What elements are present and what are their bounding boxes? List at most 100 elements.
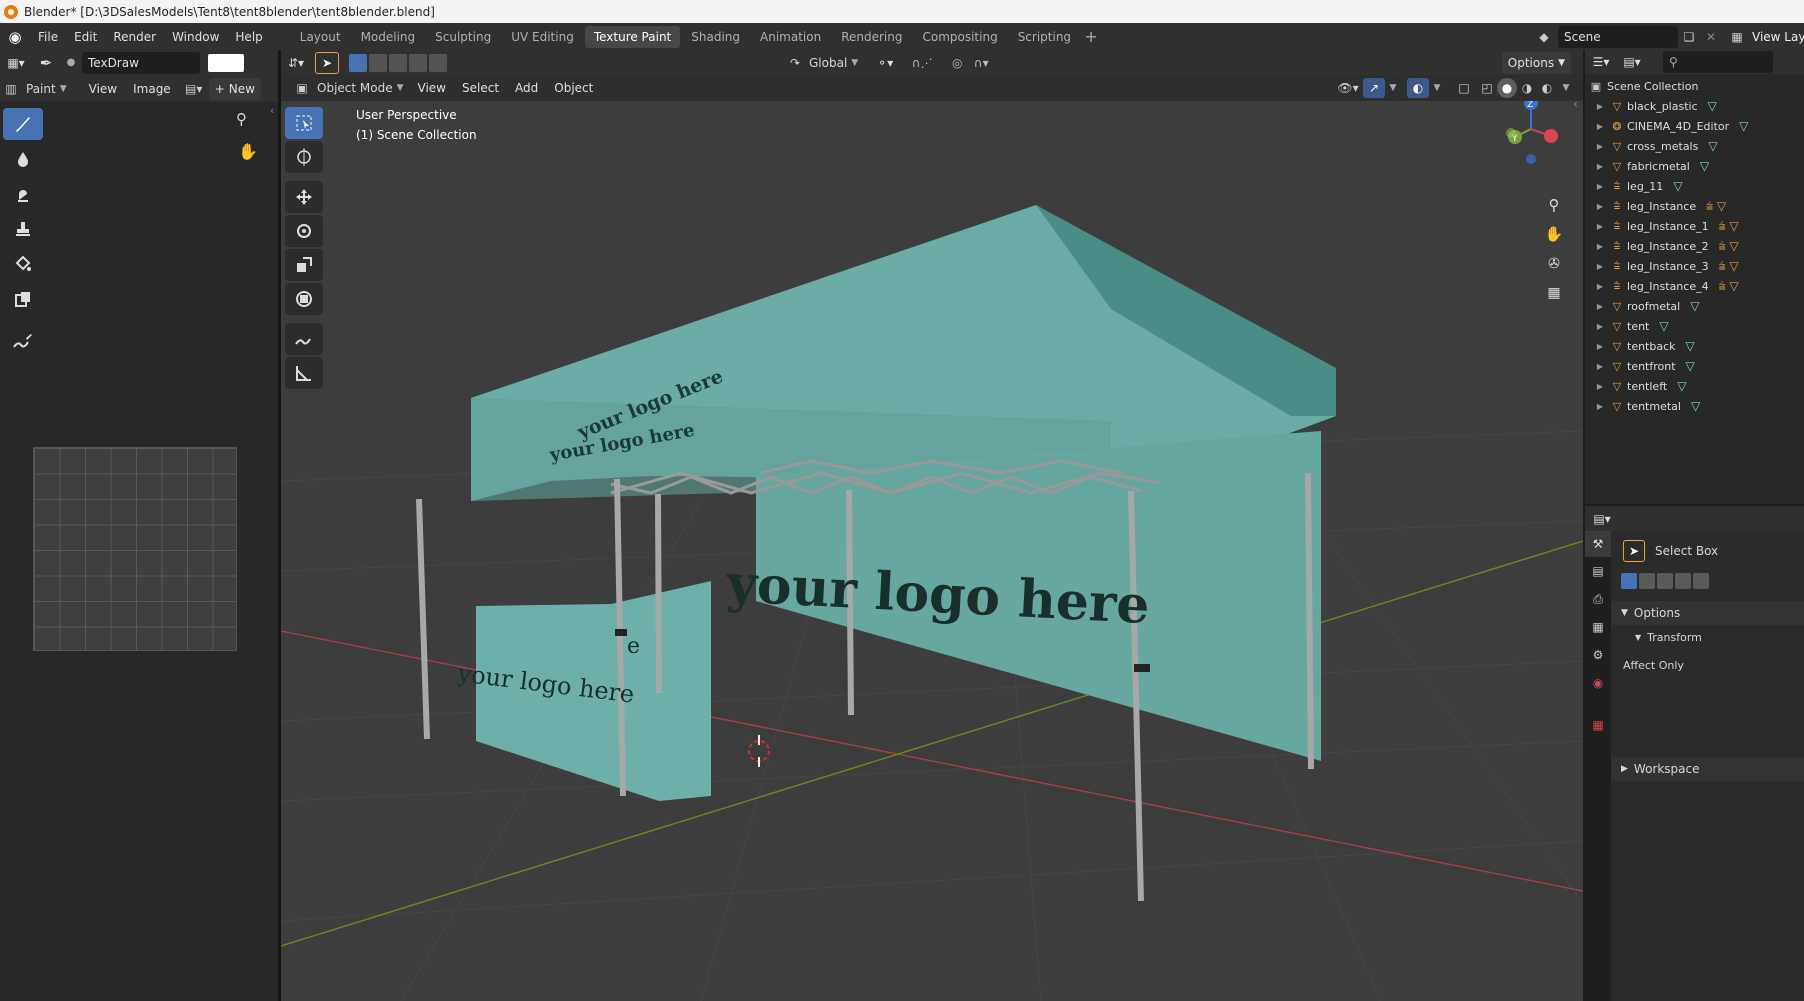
transform-orientation-dropdown[interactable]: Global bbox=[805, 56, 851, 70]
collapse-arrow-icon[interactable]: ‹ bbox=[1573, 101, 1578, 111]
tab-scripting[interactable]: Scripting bbox=[1009, 26, 1080, 48]
outliner-item[interactable]: ▶ ▽ roofmetal ▽ bbox=[1585, 296, 1804, 316]
brush-color-swatch[interactable] bbox=[208, 53, 244, 72]
image-canvas[interactable] bbox=[33, 447, 237, 651]
view-layer-icon[interactable]: ▦ bbox=[1722, 30, 1752, 44]
object-data-icon[interactable]: ▽ bbox=[1690, 299, 1699, 313]
pan-hand-icon[interactable]: ✋ bbox=[1541, 225, 1567, 243]
viewport-menu-object[interactable]: Object bbox=[546, 77, 601, 99]
menu-help[interactable]: Help bbox=[227, 26, 270, 48]
annotate-tool[interactable] bbox=[3, 326, 43, 358]
outliner-item[interactable]: ▶ ⩭ leg_Instance_1 ⩭ ▽ bbox=[1585, 216, 1804, 236]
outliner-item[interactable]: ▶ ▽ tent ▽ bbox=[1585, 316, 1804, 336]
draw-brush-tool[interactable] bbox=[3, 108, 43, 140]
expand-arrow-icon[interactable]: ▶ bbox=[1585, 382, 1607, 391]
tab-layout[interactable]: Layout bbox=[291, 26, 350, 48]
outliner-item[interactable]: ▶ ▽ tentleft ▽ bbox=[1585, 376, 1804, 396]
object-data-icon[interactable]: ▽ bbox=[1659, 319, 1668, 333]
object-data-icon[interactable]: ▽ bbox=[1739, 119, 1748, 133]
options-section-header[interactable]: ▼ Options bbox=[1611, 601, 1804, 625]
world-props-tab-icon[interactable]: ◉ bbox=[1585, 669, 1611, 697]
delete-scene-icon[interactable]: ✕ bbox=[1700, 30, 1722, 44]
object-data-icon[interactable]: ▽ bbox=[1686, 339, 1695, 353]
outliner-item[interactable]: ▶ ▽ tentback ▽ bbox=[1585, 336, 1804, 356]
gizmo-toggle-icon[interactable]: ↗ bbox=[1363, 78, 1385, 98]
tab-modeling[interactable]: Modeling bbox=[352, 26, 425, 48]
select-invert-icon[interactable] bbox=[409, 53, 427, 72]
outliner-item[interactable]: ▶ ▽ fabricmetal ▽ bbox=[1585, 156, 1804, 176]
rotate-tool[interactable] bbox=[285, 215, 323, 247]
clone-tool[interactable] bbox=[3, 213, 43, 245]
tab-sculpting[interactable]: Sculpting bbox=[426, 26, 500, 48]
object-data-icon[interactable]: ▽ bbox=[1673, 179, 1682, 193]
chevron-down-icon[interactable]: ▼ bbox=[1429, 83, 1445, 93]
falloff-icon[interactable]: ∩▾ bbox=[970, 56, 992, 70]
options-dropdown[interactable]: Options ▼ bbox=[1501, 51, 1571, 74]
object-data-icon[interactable]: ⩭ ▽ bbox=[1719, 219, 1739, 234]
camera-view-icon[interactable]: ✇ bbox=[1541, 256, 1567, 272]
texture-props-tab-icon[interactable]: ▦ bbox=[1585, 711, 1611, 739]
brush-tool-icon[interactable]: ✒ bbox=[32, 54, 60, 72]
tab-shading[interactable]: Shading bbox=[682, 26, 749, 48]
fill-tool[interactable] bbox=[3, 248, 43, 280]
select-extend-icon[interactable] bbox=[369, 53, 387, 72]
smear-tool[interactable] bbox=[3, 178, 43, 210]
rendered-shading-icon[interactable]: ◐ bbox=[1537, 81, 1557, 95]
new-image-button[interactable]: + New bbox=[208, 77, 261, 100]
measure-tool[interactable] bbox=[285, 357, 323, 389]
tool-settings-icon[interactable]: ⇵▾ bbox=[281, 56, 311, 70]
select-intersect-icon[interactable] bbox=[1693, 573, 1709, 589]
expand-arrow-icon[interactable]: ▶ bbox=[1585, 182, 1607, 191]
workspace-section-header[interactable]: ▶ Workspace bbox=[1611, 757, 1804, 781]
outliner-scene-collection[interactable]: ▣ Scene Collection bbox=[1585, 76, 1804, 96]
scale-tool[interactable] bbox=[285, 249, 323, 281]
select-invert-icon[interactable] bbox=[1675, 573, 1691, 589]
select-tool-icon[interactable]: ➤ bbox=[315, 51, 339, 74]
expand-arrow-icon[interactable]: ▶ bbox=[1585, 142, 1607, 151]
object-data-icon[interactable]: ▽ bbox=[1708, 139, 1717, 153]
outliner-item[interactable]: ▶ ⩭ leg_Instance_3 ⩭ ▽ bbox=[1585, 256, 1804, 276]
outliner-item[interactable]: ▶ ▽ tentfront ▽ bbox=[1585, 356, 1804, 376]
expand-arrow-icon[interactable]: ▶ bbox=[1585, 202, 1607, 211]
viewport-menu-view[interactable]: View bbox=[410, 77, 454, 99]
chevron-down-icon[interactable]: ▼ bbox=[1557, 83, 1575, 93]
tab-texture-paint[interactable]: Texture Paint bbox=[584, 25, 681, 48]
scene-name-field[interactable]: Scene bbox=[1558, 25, 1678, 48]
scene-selector-icon[interactable]: ◆ bbox=[1530, 30, 1558, 44]
object-data-icon[interactable]: ▽ bbox=[1686, 359, 1695, 373]
image-editor-area[interactable]: ⚲ ✋ ‹ bbox=[0, 102, 278, 1001]
proportional-edit-icon[interactable]: ◎ bbox=[944, 56, 970, 70]
outliner-item[interactable]: ▶ ⩭ leg_Instance ⩭ ▽ bbox=[1585, 196, 1804, 216]
object-data-icon[interactable]: ⩭ ▽ bbox=[1706, 199, 1726, 214]
select-new-icon[interactable] bbox=[349, 53, 367, 72]
visibility-icon[interactable]: 👁▾ bbox=[1333, 81, 1363, 95]
object-mode-dropdown[interactable]: Object Mode bbox=[313, 81, 397, 95]
view-layer-name[interactable]: View Laye bbox=[1752, 30, 1804, 44]
pivot-point-icon[interactable]: ⚬▾ bbox=[870, 56, 900, 70]
zoom-icon[interactable]: ⚲ bbox=[1541, 196, 1567, 214]
expand-arrow-icon[interactable]: ▶ bbox=[1585, 282, 1607, 291]
object-data-icon[interactable]: ⩭ ▽ bbox=[1719, 239, 1739, 254]
add-workspace-icon[interactable]: + bbox=[1080, 27, 1102, 46]
object-data-icon[interactable]: ⩭ ▽ bbox=[1719, 279, 1739, 294]
wireframe-shading-icon[interactable]: ◰ bbox=[1477, 81, 1497, 95]
cursor-tool[interactable] bbox=[285, 141, 323, 173]
soften-tool[interactable] bbox=[3, 143, 43, 175]
image-menu-image[interactable]: Image bbox=[125, 78, 179, 100]
outliner-search-input[interactable]: ⚲ bbox=[1663, 51, 1773, 73]
select-subtract-icon[interactable] bbox=[1657, 573, 1673, 589]
menu-window[interactable]: Window bbox=[164, 26, 227, 48]
expand-arrow-icon[interactable]: ▶ bbox=[1585, 122, 1607, 131]
transform-tool[interactable] bbox=[285, 283, 323, 315]
brush-datablock-icon[interactable]: ● bbox=[60, 57, 82, 68]
select-intersect-icon[interactable] bbox=[429, 53, 447, 72]
annotate-tool[interactable] bbox=[285, 323, 323, 355]
menu-edit[interactable]: Edit bbox=[66, 26, 105, 48]
outliner-item[interactable]: ▶ ▽ black_plastic ▽ bbox=[1585, 96, 1804, 116]
select-new-icon[interactable] bbox=[1621, 573, 1637, 589]
image-menu-view[interactable]: View bbox=[81, 78, 125, 100]
expand-arrow-icon[interactable]: ▶ bbox=[1585, 262, 1607, 271]
new-scene-icon[interactable]: ❏ bbox=[1678, 30, 1700, 44]
menu-file[interactable]: File bbox=[30, 26, 66, 48]
expand-arrow-icon[interactable]: ▶ bbox=[1585, 242, 1607, 251]
